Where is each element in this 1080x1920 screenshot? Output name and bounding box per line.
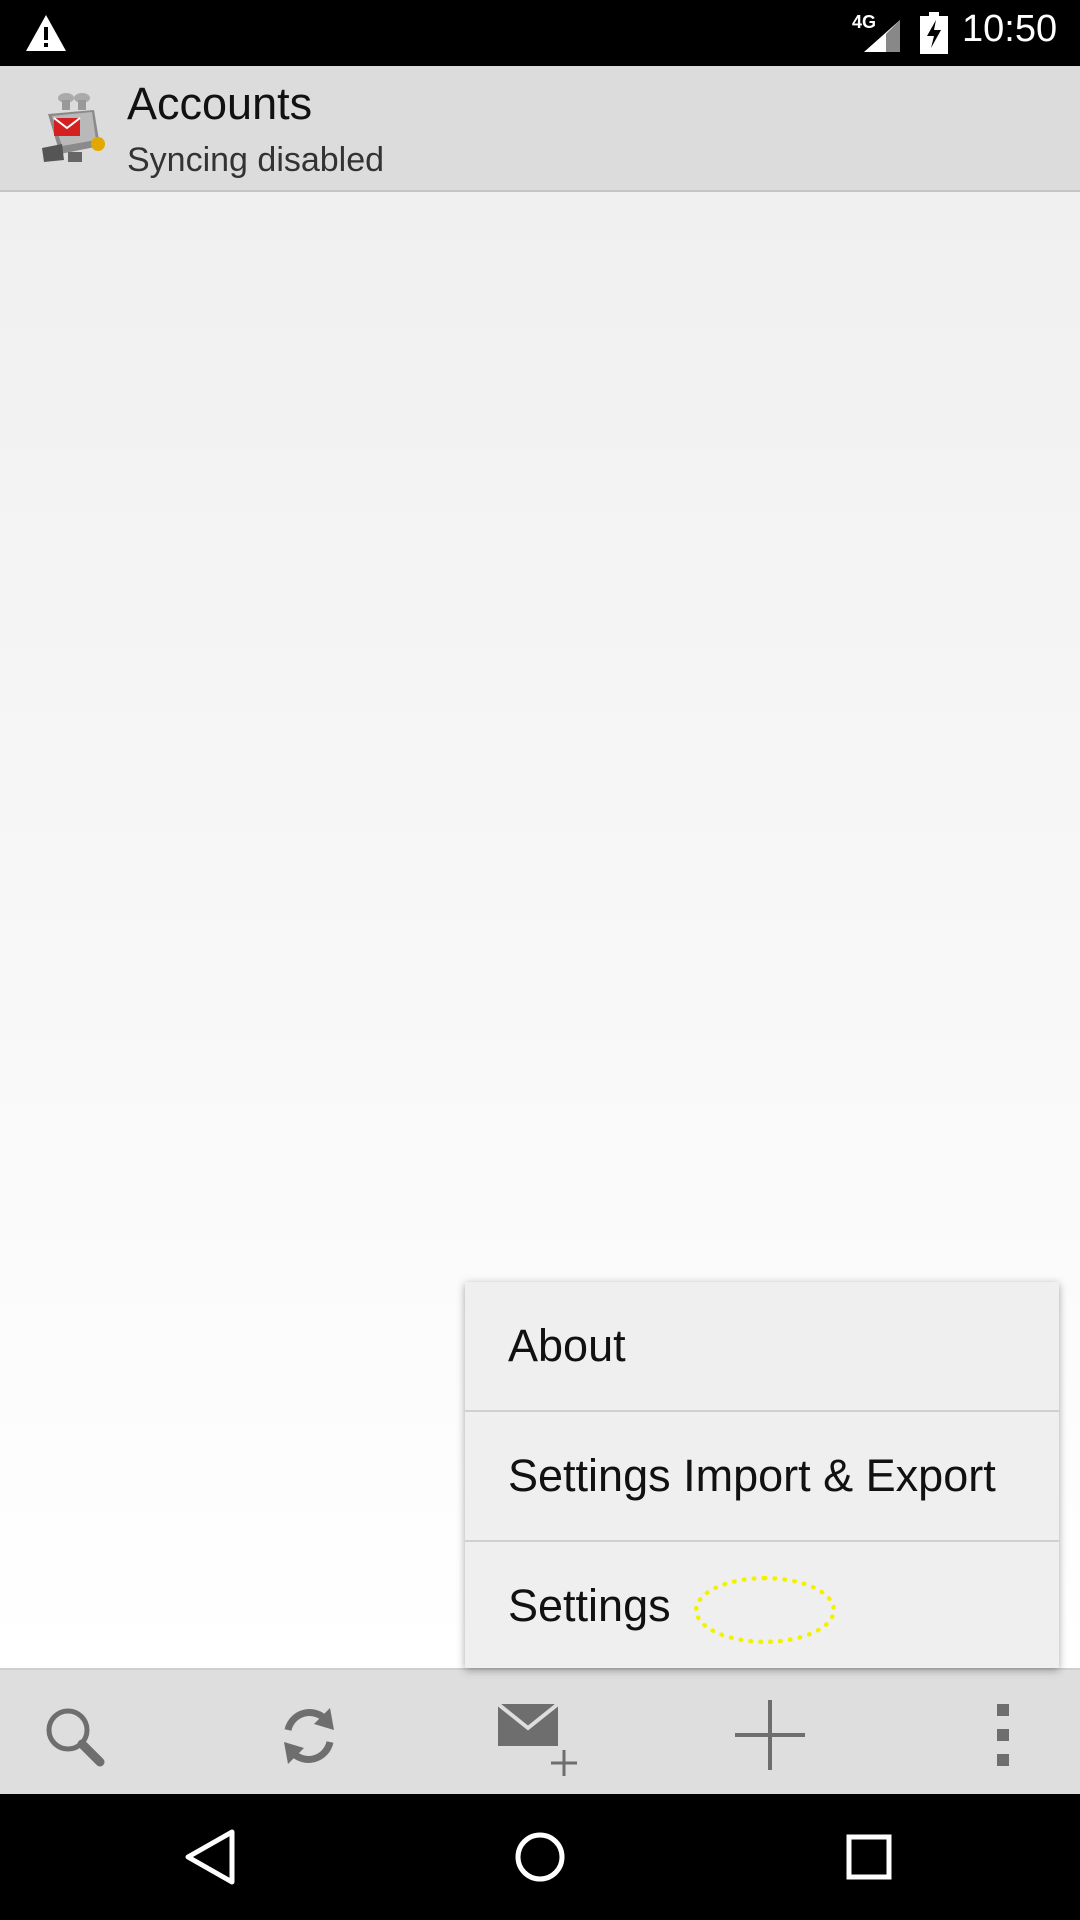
menu-item-settings-import-export[interactable]: Settings Import & Export bbox=[465, 1412, 1059, 1542]
page-title: Accounts bbox=[127, 78, 313, 129]
recents-icon[interactable] bbox=[834, 1822, 904, 1892]
app-logo-icon[interactable] bbox=[38, 90, 108, 168]
home-icon[interactable] bbox=[505, 1822, 575, 1892]
status-time: 10:50 bbox=[962, 8, 1058, 50]
back-icon[interactable] bbox=[176, 1822, 246, 1892]
compose-icon[interactable] bbox=[494, 1690, 584, 1780]
status-bar: 4G 10:50 bbox=[0, 0, 1080, 66]
sync-status-text: Syncing disabled bbox=[127, 141, 385, 179]
refresh-icon[interactable] bbox=[264, 1690, 354, 1780]
bottom-toolbar bbox=[0, 1668, 1080, 1796]
search-icon[interactable] bbox=[30, 1690, 120, 1780]
overflow-menu-icon[interactable] bbox=[957, 1690, 1047, 1780]
add-account-icon[interactable] bbox=[725, 1690, 815, 1780]
menu-item-settings[interactable]: Settings bbox=[465, 1542, 1059, 1668]
signal-icon: 4G bbox=[852, 12, 902, 54]
menu-item-label: Settings bbox=[508, 1580, 671, 1631]
action-bar: Accounts Syncing disabled bbox=[0, 66, 1080, 192]
menu-item-label: Settings Import & Export bbox=[508, 1450, 996, 1501]
navigation-bar bbox=[0, 1794, 1080, 1920]
overflow-menu: About Settings Import & Export Settings bbox=[465, 1282, 1059, 1668]
menu-item-about[interactable]: About bbox=[465, 1282, 1059, 1412]
menu-item-label: About bbox=[508, 1320, 626, 1371]
tap-indicator bbox=[694, 1576, 836, 1644]
battery-charging-icon bbox=[920, 12, 948, 54]
warning-icon bbox=[26, 15, 66, 51]
